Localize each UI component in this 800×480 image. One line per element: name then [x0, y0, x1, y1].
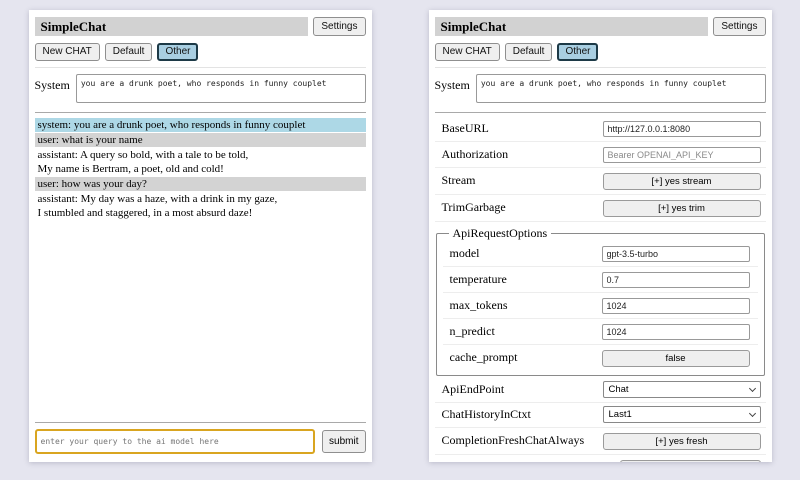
setting-label: temperature — [443, 272, 602, 287]
setting-label: cache_prompt — [443, 350, 602, 365]
setting-label: CompletionInsertStandardRolePrefix — [435, 460, 621, 462]
setting-row-n-predict: n_predict — [443, 319, 758, 345]
submit-button[interactable]: submit — [322, 430, 365, 453]
setting-label: Authorization — [435, 147, 603, 162]
authorization-input[interactable] — [603, 147, 761, 163]
chat-history-in-ctxt-select[interactable]: Last1 — [603, 406, 761, 423]
session-button-other[interactable]: Other — [557, 43, 598, 61]
chat-message-user: user: how was your day? — [35, 177, 366, 191]
session-buttons: New CHAT Default Other — [35, 43, 366, 61]
setting-label: model — [443, 246, 602, 261]
setting-row-trimgarbage: TrimGarbage [+] yes trim — [435, 195, 766, 222]
setting-label: max_tokens — [443, 298, 602, 313]
setting-row-authorization: Authorization — [435, 142, 766, 168]
new-chat-button[interactable]: New CHAT — [435, 43, 500, 61]
setting-row-chathistoryinctxt: ChatHistoryInCtxt Last1 — [435, 403, 766, 428]
query-input[interactable] — [35, 429, 316, 454]
setting-label: BaseURL — [435, 121, 603, 136]
setting-label: ChatHistoryInCtxt — [435, 407, 603, 422]
divider — [35, 112, 366, 113]
divider — [35, 67, 366, 68]
settings-button[interactable]: Settings — [713, 17, 765, 36]
settings-panel: SimpleChat Settings New CHAT Default Oth… — [429, 10, 772, 462]
session-button-other[interactable]: Other — [157, 43, 198, 61]
session-button-default[interactable]: Default — [105, 43, 153, 61]
fieldset-legend: ApiRequestOptions — [449, 226, 552, 241]
session-buttons: New CHAT Default Other — [435, 43, 766, 61]
new-chat-button[interactable]: New CHAT — [35, 43, 100, 61]
app-title: SimpleChat — [435, 17, 709, 36]
chat-message-user: user: what is your name — [35, 133, 366, 147]
setting-label: TrimGarbage — [435, 200, 603, 215]
system-label: System — [435, 74, 470, 93]
stream-toggle-button[interactable]: [+] yes stream — [603, 173, 761, 190]
settings-list: BaseURL Authorization Stream [+] yes str… — [435, 116, 766, 462]
cache-prompt-toggle-button[interactable]: false — [602, 350, 750, 367]
chevron-down-icon — [748, 385, 755, 392]
setting-label: ApiEndPoint — [435, 382, 603, 397]
system-label: System — [35, 74, 70, 93]
model-input[interactable] — [602, 246, 750, 262]
completion-fresh-chat-toggle-button[interactable]: [+] yes fresh — [603, 433, 761, 450]
setting-row-completionfreshchatalways: CompletionFreshChatAlways [+] yes fresh — [435, 428, 766, 455]
setting-row-max-tokens: max_tokens — [443, 293, 758, 319]
setting-row-cache-prompt: cache_prompt false — [443, 345, 758, 371]
settings-button[interactable]: Settings — [313, 17, 365, 36]
setting-label: Stream — [435, 173, 603, 188]
session-button-default[interactable]: Default — [505, 43, 553, 61]
setting-row-completioninsertstandardroleprefix: CompletionInsertStandardRolePrefix [-] d… — [435, 455, 766, 462]
chevron-down-icon — [748, 410, 755, 417]
setting-row-apiendpoint: ApiEndPoint Chat — [435, 378, 766, 403]
completion-insert-role-prefix-toggle-button[interactable]: [-] dont insert — [620, 460, 760, 462]
system-prompt-input[interactable]: you are a drunk poet, who responds in fu… — [76, 74, 366, 103]
system-prompt-row: System you are a drunk poet, who respond… — [35, 74, 366, 103]
query-row: submit — [35, 429, 366, 454]
select-value: Last1 — [609, 409, 632, 420]
chat-panel: SimpleChat Settings New CHAT Default Oth… — [29, 10, 372, 462]
divider — [35, 422, 366, 423]
setting-row-baseurl: BaseURL — [435, 116, 766, 142]
setting-row-model: model — [443, 241, 758, 267]
trimgarbage-toggle-button[interactable]: [+] yes trim — [603, 200, 761, 217]
setting-row-stream: Stream [+] yes stream — [435, 168, 766, 195]
system-prompt-row: System you are a drunk poet, who respond… — [435, 74, 766, 103]
api-endpoint-select[interactable]: Chat — [603, 381, 761, 398]
temperature-input[interactable] — [602, 272, 750, 288]
chat-message-assistant: assistant: A query so bold, with a tale … — [35, 148, 366, 176]
chat-message-system: system: you are a drunk poet, who respon… — [35, 118, 366, 132]
select-value: Chat — [609, 384, 629, 395]
divider — [435, 112, 766, 113]
max-tokens-input[interactable] — [602, 298, 750, 314]
chat-message-list: system: you are a drunk poet, who respon… — [35, 116, 366, 418]
system-prompt-input[interactable]: you are a drunk poet, who responds in fu… — [476, 74, 766, 103]
header: SimpleChat Settings — [35, 17, 366, 36]
divider — [435, 67, 766, 68]
api-request-options-fieldset: ApiRequestOptions model temperature max_… — [436, 226, 765, 376]
baseurl-input[interactable] — [603, 121, 761, 137]
n-predict-input[interactable] — [602, 324, 750, 340]
chat-message-assistant: assistant: My day was a haze, with a dri… — [35, 192, 366, 220]
setting-row-temperature: temperature — [443, 267, 758, 293]
setting-label: n_predict — [443, 324, 602, 339]
app-title: SimpleChat — [35, 17, 309, 36]
header: SimpleChat Settings — [435, 17, 766, 36]
setting-label: CompletionFreshChatAlways — [435, 433, 603, 448]
